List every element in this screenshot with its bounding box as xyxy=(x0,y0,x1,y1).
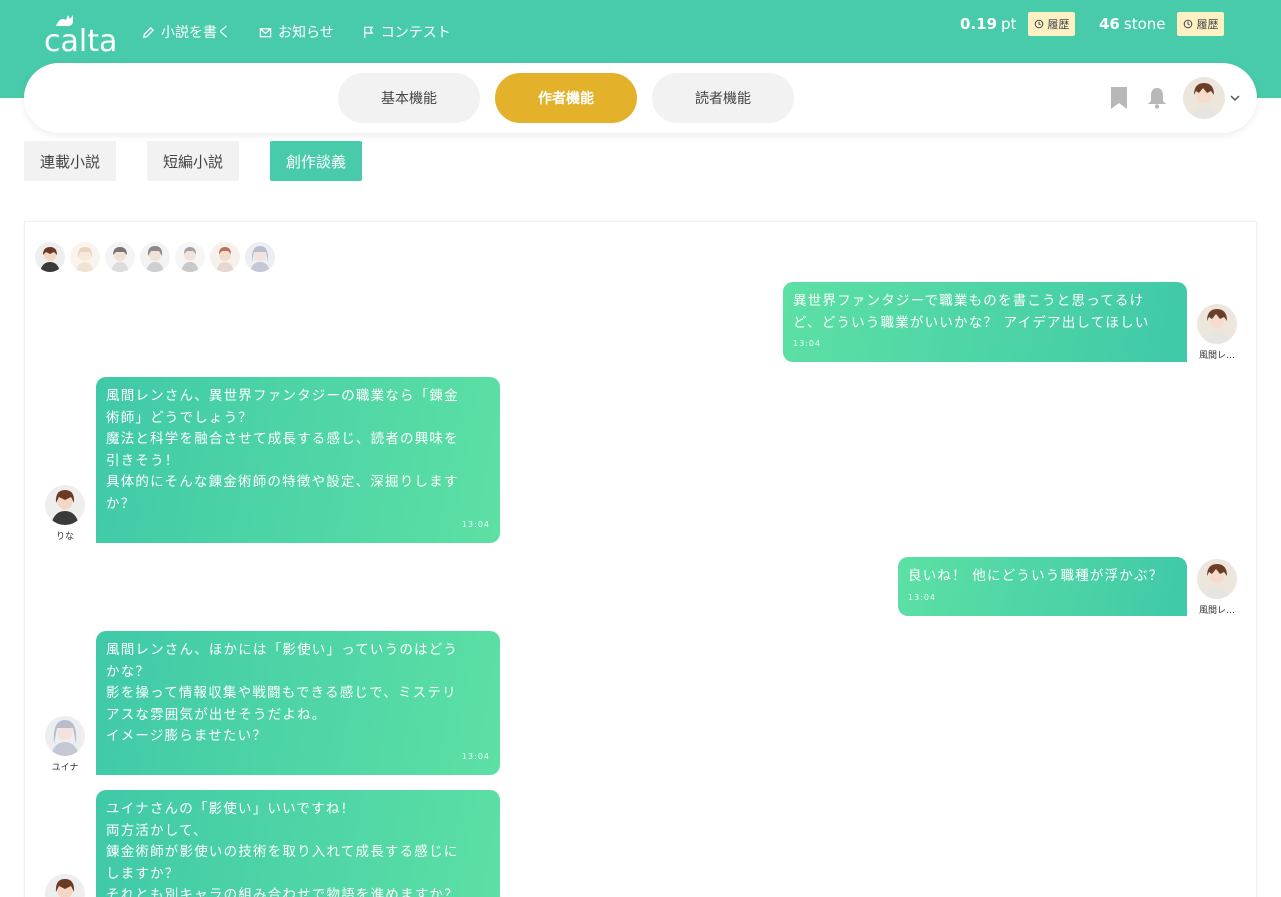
speaker-avatar xyxy=(45,485,85,525)
points-history-button[interactable]: 履歴 xyxy=(1028,12,1076,36)
message-time: 13:04 xyxy=(461,519,490,529)
sub-tabs: 連載小説 短編小説 創作談義 xyxy=(24,141,363,181)
chevron-down-icon xyxy=(1230,95,1240,102)
message-text: 風間レンさん、ほかには「影使い」っていうのはどう かな？ 影を操って情報収集や戦… xyxy=(106,642,459,744)
speaker-name: りな xyxy=(55,532,74,542)
nav-write-novel[interactable]: 小説を書く xyxy=(142,22,231,42)
message-speaker[interactable]: りな xyxy=(40,485,90,542)
participant-avatar[interactable] xyxy=(35,242,65,272)
pencil-icon xyxy=(143,26,155,38)
message-speaker[interactable]: 風間レ… xyxy=(1192,304,1242,361)
speaker-avatar xyxy=(45,874,85,897)
user-avatar xyxy=(1183,77,1225,119)
message-speaker[interactable]: 風間レ… xyxy=(1192,559,1242,616)
participant-avatar[interactable] xyxy=(105,242,135,272)
speaker-name: ユイナ xyxy=(51,763,79,773)
participant-avatar[interactable] xyxy=(70,242,100,272)
tab-basic-features[interactable]: 基本機能 xyxy=(338,73,480,123)
envelope-icon xyxy=(259,27,272,37)
nav-news-label: お知らせ xyxy=(278,25,334,41)
speaker-avatar xyxy=(1197,559,1237,599)
speaker-avatar xyxy=(45,716,85,756)
chat-message: 風間レンさん、ほかには「影使い」っていうのはどう かな？ 影を操って情報収集や戦… xyxy=(96,631,500,775)
message-text: 良いね！ 他にどういう職種が浮かぶ？ xyxy=(908,568,1164,584)
nav-contest[interactable]: コンテスト xyxy=(362,22,451,42)
message-text: 異世界ファンタジーで職業ものを書こうと思ってるけ ど、どういう職業がいいかな？ … xyxy=(793,293,1150,331)
chat-message: ユイナさんの「影使い」いいですね！ 両方活かして、 錬金術師が影使いの技術を取り… xyxy=(96,790,500,897)
speaker-avatar xyxy=(1197,304,1237,344)
message-text: ユイナさんの「影使い」いいですね！ 両方活かして、 錬金術師が影使いの技術を取り… xyxy=(106,801,459,897)
points-area: 0.19 pt 履歴 xyxy=(960,12,1076,36)
logo-text: calta xyxy=(44,24,118,59)
calta-logo[interactable]: calta xyxy=(42,12,118,59)
chat-message: 風間レンさん、異世界ファンタジーの職業なら「錬金 術師」どうでしょう？ 魔法と科… xyxy=(96,377,500,543)
subtab-writing-talk[interactable]: 創作談義 xyxy=(270,141,363,181)
stones-value: 46 stone xyxy=(1099,15,1166,33)
history-icon xyxy=(1035,19,1044,29)
account-menu[interactable] xyxy=(1183,77,1241,119)
bell-icon[interactable] xyxy=(1145,86,1169,110)
speaker-name: 風間レ… xyxy=(1198,606,1235,616)
message-time: 13:04 xyxy=(461,751,490,761)
stones-history-button[interactable]: 履歴 xyxy=(1177,12,1225,36)
chat-message: 異世界ファンタジーで職業ものを書こうと思ってるけ ど、どういう職業がいいかな？ … xyxy=(783,282,1187,362)
nav-news[interactable]: お知らせ xyxy=(259,22,334,42)
speaker-name: 風間レ… xyxy=(1198,351,1235,361)
message-speaker[interactable]: ユイナ xyxy=(40,716,90,773)
chat-panel: 異世界ファンタジーで職業ものを書こうと思ってるけ ど、どういう職業がいいかな？ … xyxy=(24,221,1257,897)
participant-avatar[interactable] xyxy=(245,242,275,272)
participant-avatar[interactable] xyxy=(140,242,170,272)
message-speaker[interactable] xyxy=(40,874,90,897)
stones-area: 46 stone 履歴 xyxy=(1099,12,1225,36)
message-time: 13:04 xyxy=(908,592,937,602)
mode-tab-bar: 基本機能 作者機能 読者機能 xyxy=(24,63,1257,133)
participant-avatar[interactable] xyxy=(210,242,240,272)
user-tools xyxy=(1107,77,1241,119)
history-icon xyxy=(1184,19,1193,29)
message-text: 風間レンさん、異世界ファンタジーの職業なら「錬金 術師」どうでしょう？ 魔法と科… xyxy=(106,388,459,512)
message-time: 13:04 xyxy=(793,338,822,348)
participant-avatar[interactable] xyxy=(175,242,205,272)
subtab-serial-novels[interactable]: 連載小説 xyxy=(24,141,117,181)
tab-reader-features[interactable]: 読者機能 xyxy=(652,73,794,123)
participant-avatars xyxy=(35,242,275,272)
bookmark-icon[interactable] xyxy=(1107,86,1131,110)
nav-contest-label: コンテスト xyxy=(380,25,451,41)
chat-message: 良いね！ 他にどういう職種が浮かぶ？ 13:04 xyxy=(898,557,1187,616)
points-value: 0.19 pt xyxy=(960,15,1017,33)
flag-icon xyxy=(363,26,374,38)
tab-author-features[interactable]: 作者機能 xyxy=(495,73,637,123)
nav-write-label: 小説を書く xyxy=(161,25,231,41)
top-nav: 小説を書く お知らせ コンテスト xyxy=(142,22,451,42)
subtab-short-stories[interactable]: 短編小説 xyxy=(147,141,240,181)
